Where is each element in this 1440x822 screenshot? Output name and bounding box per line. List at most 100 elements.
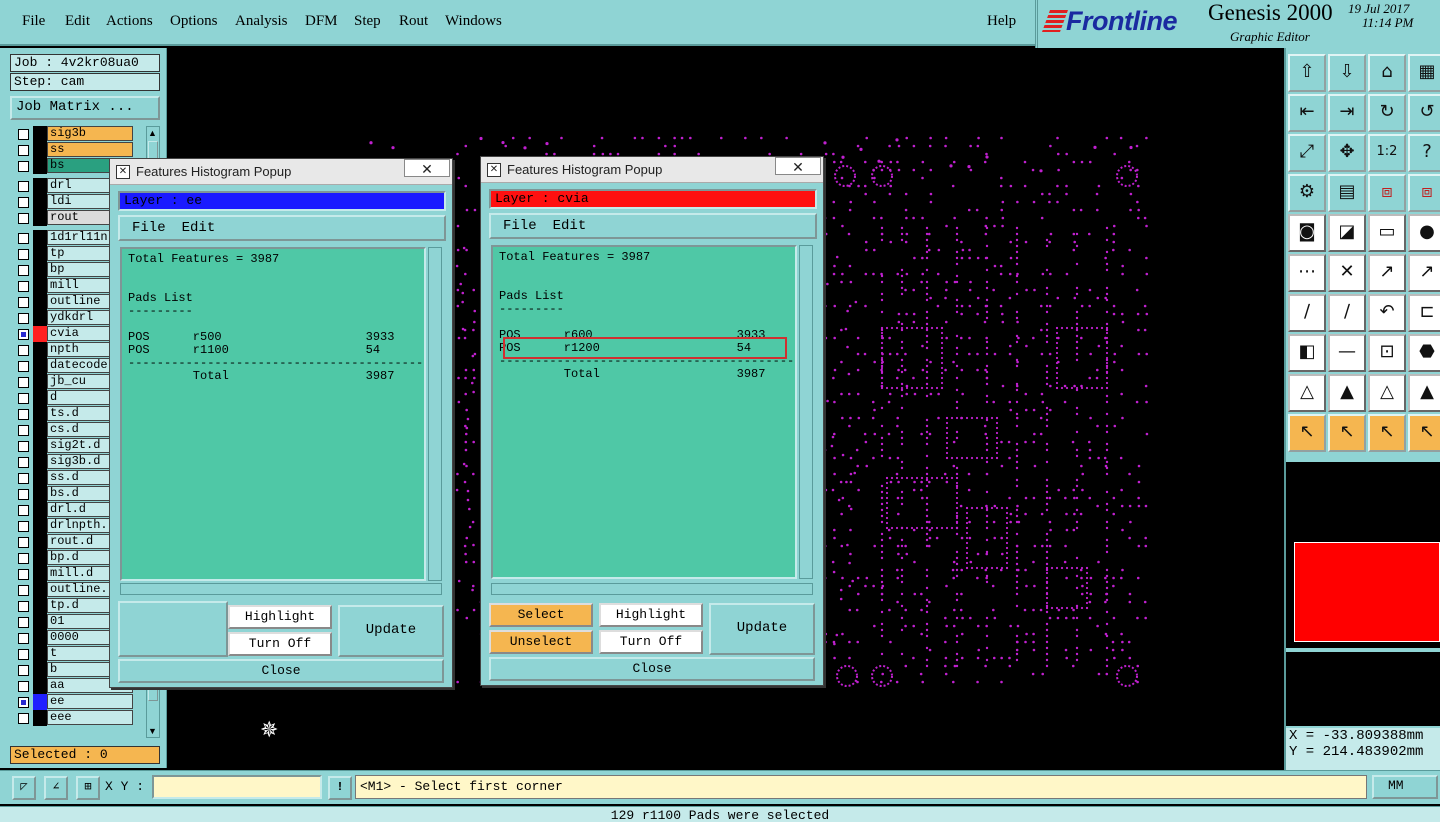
layer-color-swatch[interactable]: [33, 210, 47, 226]
layer-color-swatch[interactable]: [33, 566, 47, 582]
layer-color-swatch[interactable]: [33, 294, 47, 310]
update-button[interactable]: Update: [338, 605, 444, 657]
histogram-vscroll[interactable]: [428, 247, 442, 581]
layer-color-swatch[interactable]: [33, 246, 47, 262]
units-selector[interactable]: MM: [1372, 775, 1438, 799]
slash-icon[interactable]: ∕: [1328, 294, 1366, 332]
view-icon[interactable]: ▦: [1408, 54, 1440, 92]
layer-checkbox[interactable]: [18, 345, 29, 356]
layer-checkbox[interactable]: [18, 457, 29, 468]
snap-icon[interactable]: ◙: [1288, 214, 1326, 252]
zoom-move-icon[interactable]: ✥: [1328, 134, 1366, 172]
layer-checkbox[interactable]: [18, 425, 29, 436]
layer-checkbox[interactable]: [18, 409, 29, 420]
layer-name[interactable]: sig3b◀: [47, 126, 133, 141]
layer-color-swatch[interactable]: [33, 678, 47, 694]
home-icon[interactable]: ⌂: [1368, 54, 1406, 92]
xy-input[interactable]: [152, 775, 322, 799]
zoom-fit-icon[interactable]: ⤢: [1288, 134, 1326, 172]
help-icon[interactable]: ?: [1408, 134, 1440, 172]
highlight-button[interactable]: Highlight: [599, 603, 703, 627]
layer-color-swatch[interactable]: [33, 582, 47, 598]
select-pointer-icon[interactable]: ↖: [1328, 414, 1366, 452]
triangle-fill-alt-icon[interactable]: ▲: [1408, 374, 1440, 412]
move-icon[interactable]: ↗: [1368, 254, 1406, 292]
menu-actions[interactable]: Actions: [106, 13, 153, 30]
zoom-corner-icon[interactable]: ◸: [12, 776, 36, 800]
layer-color-swatch[interactable]: [33, 534, 47, 550]
layer-checkbox[interactable]: [18, 281, 29, 292]
layer-color-swatch[interactable]: [33, 646, 47, 662]
layer-name[interactable]: eee: [47, 710, 133, 725]
scale-icon[interactable]: 1:2: [1368, 134, 1406, 172]
open-icon[interactable]: ⇧: [1288, 54, 1326, 92]
dot-icon[interactable]: ●: [1408, 214, 1440, 252]
arc-icon[interactable]: ↶: [1368, 294, 1406, 332]
select-button[interactable]: Select: [489, 603, 593, 627]
layer-color-swatch[interactable]: [33, 438, 47, 454]
layer-color-swatch[interactable]: [33, 342, 47, 358]
menu-edit[interactable]: Edit: [65, 13, 90, 30]
layer-checkbox[interactable]: [18, 617, 29, 628]
popup-close-button[interactable]: Close: [489, 657, 815, 681]
save-icon[interactable]: ⇩: [1328, 54, 1366, 92]
layer-color-swatch[interactable]: [33, 422, 47, 438]
layer-checkbox[interactable]: [18, 553, 29, 564]
layer-checkbox[interactable]: [18, 129, 29, 140]
layer-checkbox[interactable]: [18, 361, 29, 372]
layer-checkbox[interactable]: [18, 473, 29, 484]
triangle-icon[interactable]: △: [1288, 374, 1326, 412]
histogram-vscroll[interactable]: [799, 245, 813, 579]
scroll-up-arrow-icon[interactable]: ▲: [148, 128, 158, 138]
popup-close-button[interactable]: Close: [118, 659, 444, 683]
layer-color-swatch[interactable]: [33, 262, 47, 278]
layer-color-swatch[interactable]: [33, 502, 47, 518]
angle-snap-icon[interactable]: ∠: [44, 776, 68, 800]
popup-titlebar[interactable]: ✕ Features Histogram Popup ✕: [110, 159, 452, 185]
layer-color-swatch[interactable]: [33, 310, 47, 326]
layer-color-swatch[interactable]: [33, 230, 47, 246]
layer-color-swatch[interactable]: [33, 142, 47, 158]
net-icon[interactable]: ⋯: [1288, 254, 1326, 292]
menu-help[interactable]: Help: [987, 13, 1016, 30]
layer-color-swatch[interactable]: [33, 406, 47, 422]
layer-checkbox[interactable]: [18, 521, 29, 532]
bracket-icon[interactable]: ⊏: [1408, 294, 1440, 332]
layer-color-swatch[interactable]: [33, 614, 47, 630]
histogram-hscroll[interactable]: [491, 583, 813, 595]
layer-checkbox[interactable]: [18, 265, 29, 276]
layer-checkbox[interactable]: [18, 665, 29, 676]
layer-name[interactable]: ss◀: [47, 142, 133, 157]
triangle-alt-icon[interactable]: △: [1368, 374, 1406, 412]
job-matrix-button[interactable]: Job Matrix ...: [10, 96, 160, 120]
layer-checkbox[interactable]: [18, 393, 29, 404]
pan-right-icon[interactable]: ⇥: [1328, 94, 1366, 132]
layer-checkbox[interactable]: [18, 313, 29, 324]
pan-left-icon[interactable]: ⇤: [1288, 94, 1326, 132]
layer-row[interactable]: sig3b◀: [10, 126, 140, 142]
layer-color-swatch[interactable]: [33, 326, 47, 342]
layer-checkbox[interactable]: [18, 569, 29, 580]
layer-checkbox[interactable]: [18, 681, 29, 692]
layer-color-swatch[interactable]: [33, 158, 47, 174]
menu-rout[interactable]: Rout: [399, 13, 428, 30]
layer-checkbox[interactable]: [18, 377, 29, 388]
popup-menu-file[interactable]: File: [132, 220, 166, 236]
layer-color-swatch[interactable]: [33, 630, 47, 646]
layer-color-swatch[interactable]: [33, 194, 47, 210]
grid-icon[interactable]: ▤: [1328, 174, 1366, 212]
pointer-icon[interactable]: ↖: [1288, 414, 1326, 452]
triangle-fill-icon[interactable]: ▲: [1328, 374, 1366, 412]
alert-icon[interactable]: !: [328, 776, 352, 800]
popup-titlebar[interactable]: ✕ Features Histogram Popup ✕: [481, 157, 823, 183]
layer-checkbox[interactable]: [18, 197, 29, 208]
layer-checkbox[interactable]: [18, 505, 29, 516]
layer-color-swatch[interactable]: [33, 358, 47, 374]
layer-color-swatch[interactable]: [33, 374, 47, 390]
close-icon[interactable]: ✕: [404, 159, 450, 178]
layer-checkbox[interactable]: [18, 233, 29, 244]
layer-row[interactable]: ss◀: [10, 142, 140, 158]
undo-icon[interactable]: ↺: [1408, 94, 1440, 132]
unselect-button[interactable]: Unselect: [489, 630, 593, 654]
close-icon[interactable]: ✕: [775, 157, 821, 176]
